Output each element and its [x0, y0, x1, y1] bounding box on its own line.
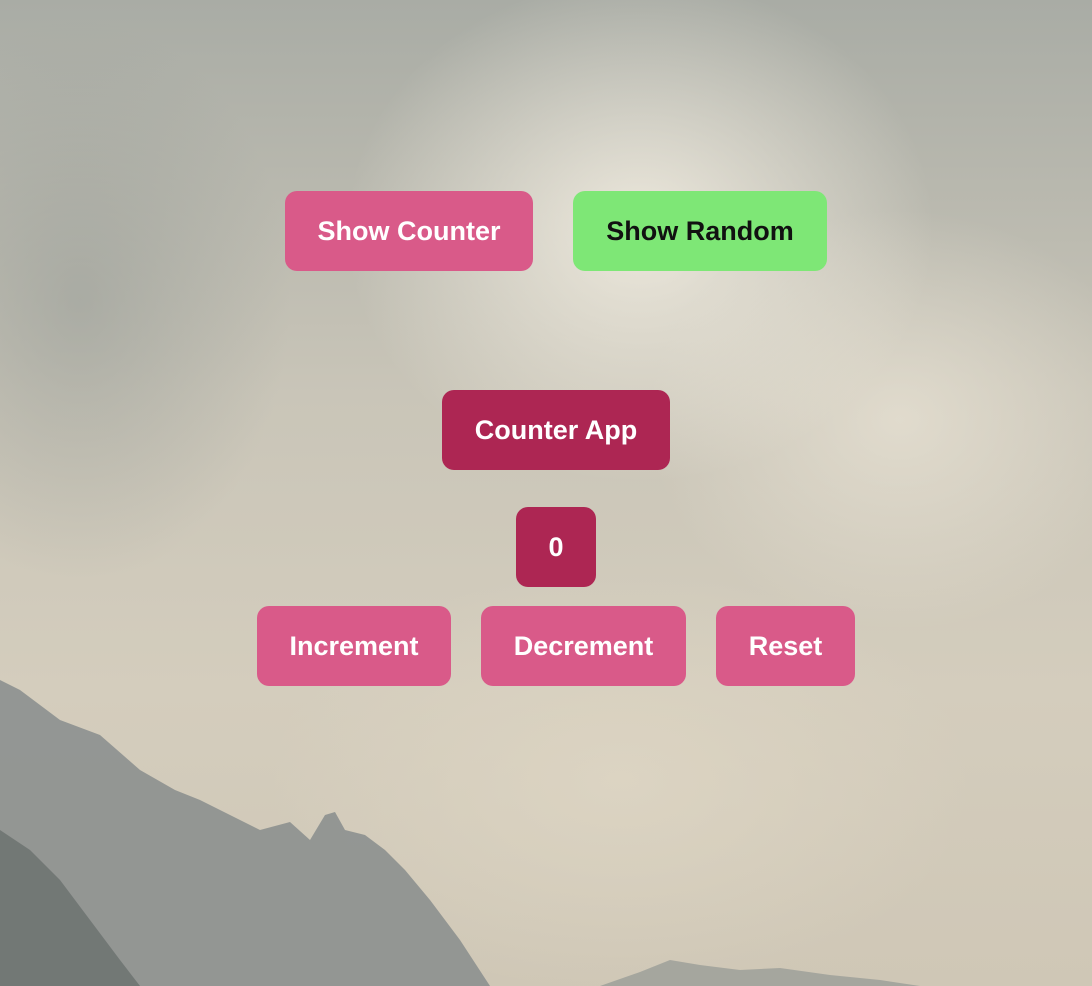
show-random-button[interactable]: Show Random [573, 191, 827, 271]
mountain-silhouette [0, 680, 920, 986]
reset-button[interactable]: Reset [716, 606, 855, 686]
counter-app-title: Counter App [442, 390, 670, 470]
counter-value: 0 [516, 507, 596, 587]
increment-button[interactable]: Increment [257, 606, 451, 686]
show-counter-button[interactable]: Show Counter [285, 191, 533, 271]
decrement-button[interactable]: Decrement [481, 606, 686, 686]
